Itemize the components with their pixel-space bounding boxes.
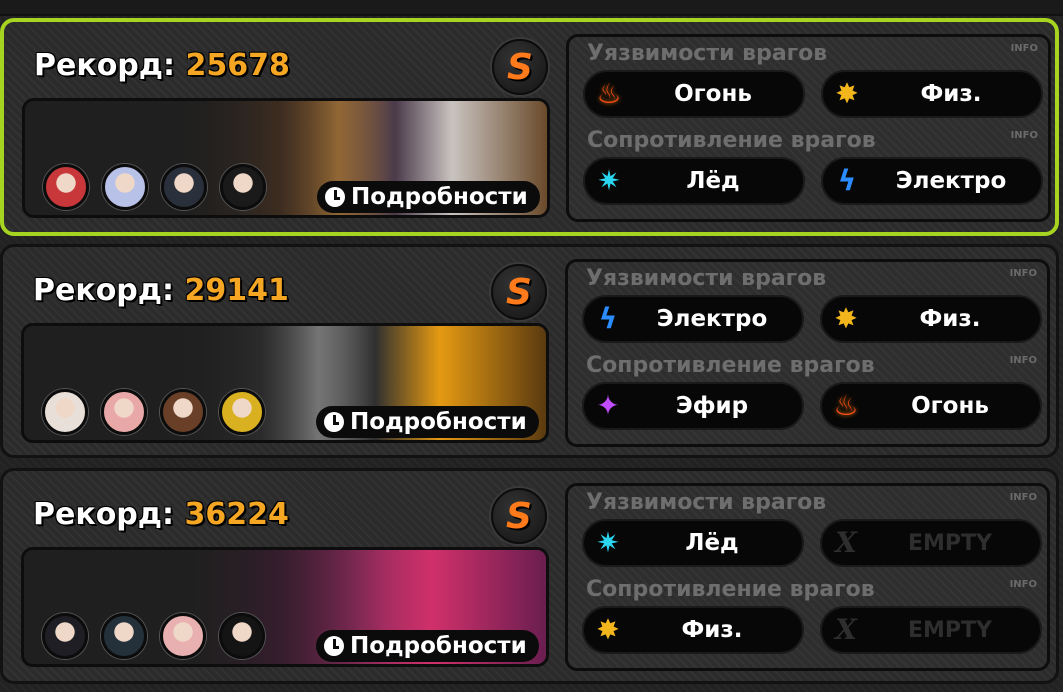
agent-avatar xyxy=(219,613,265,659)
record-label: Рекорд: xyxy=(34,48,176,83)
element-label: Лёд xyxy=(686,168,740,194)
details-button[interactable]: Подробности xyxy=(316,406,539,438)
team-banner: Подробности xyxy=(21,547,549,667)
weakness-info-button[interactable]: INFO xyxy=(1010,268,1037,279)
enemy-info-panel: Уязвимости врагов INFO Сопротивление вра… xyxy=(566,34,1051,222)
rank-badge: S xyxy=(491,488,547,544)
resistance-info-button[interactable]: INFO xyxy=(1011,130,1038,141)
physical-icon: ✸ xyxy=(596,613,620,646)
electric-icon: ϟ xyxy=(598,302,618,335)
agent-avatar xyxy=(219,389,265,435)
clock-icon xyxy=(325,187,345,207)
details-label: Подробности xyxy=(351,184,528,210)
record-card[interactable]: Рекорд: 36224 S Подробности Уязвимости в… xyxy=(0,468,1059,684)
enemy-info-panel: Уязвимости врагов INFO Сопротивление вра… xyxy=(565,483,1050,671)
rank-badge: S xyxy=(491,264,547,320)
physical-icon: ✸ xyxy=(834,302,858,335)
weakness-element-pill[interactable]: ♨ Огонь xyxy=(583,70,805,118)
resistance-element-pill[interactable]: X EMPTY xyxy=(820,606,1042,654)
weakness-title: Уязвимости врагов xyxy=(586,266,827,291)
fire-icon: ♨ xyxy=(833,389,859,422)
weakness-info-button[interactable]: INFO xyxy=(1011,43,1038,54)
details-button[interactable]: Подробности xyxy=(317,181,540,213)
clock-icon xyxy=(324,412,344,432)
electric-icon: ϟ xyxy=(837,164,857,197)
resistance-element-pill[interactable]: ♨ Огонь xyxy=(820,382,1042,430)
record-card[interactable]: Рекорд: 25678 S Подробности Уязвимости в… xyxy=(0,18,1059,236)
resistance-element-pill[interactable]: ✸ Физ. xyxy=(582,606,804,654)
ether-icon: ✦ xyxy=(596,389,620,422)
physical-icon: ✸ xyxy=(835,77,859,110)
resistance-element-pill[interactable]: ϟ Электро xyxy=(821,157,1043,205)
record-label: Рекорд: xyxy=(33,497,175,532)
record-card[interactable]: Рекорд: 29141 S Подробности Уязвимости в… xyxy=(0,244,1059,458)
resistance-element-pill[interactable]: ✷ Лёд xyxy=(583,157,805,205)
fire-icon: ♨ xyxy=(596,77,622,110)
record-score: 29141 xyxy=(184,273,289,308)
weakness-title: Уязвимости врагов xyxy=(587,41,828,66)
clock-icon xyxy=(324,636,344,656)
agent-avatar xyxy=(161,164,207,210)
element-label: Физ. xyxy=(920,81,982,107)
record-score: 25678 xyxy=(185,48,290,83)
resistance-element-pill[interactable]: ✦ Эфир xyxy=(582,382,804,430)
resistance-title: Сопротивление врагов xyxy=(586,353,875,378)
record-title: Рекорд: 36224 xyxy=(33,497,289,532)
element-label: Эфир xyxy=(675,393,749,419)
agent-avatar xyxy=(42,613,88,659)
details-label: Подробности xyxy=(350,409,527,435)
page: Рекорд: 25678 S Подробности Уязвимости в… xyxy=(0,0,1063,692)
enemy-info-panel: Уязвимости врагов INFO Сопротивление вра… xyxy=(565,259,1050,447)
element-label: Физ. xyxy=(681,617,743,643)
agent-avatar xyxy=(101,389,147,435)
agent-avatar xyxy=(42,389,88,435)
element-label: Электро xyxy=(656,306,768,332)
agent-avatar xyxy=(160,389,206,435)
weakness-element-pill[interactable]: ✷ Лёд xyxy=(582,519,804,567)
element-label: Огонь xyxy=(911,393,989,419)
element-label: EMPTY xyxy=(908,617,992,643)
record-title: Рекорд: 25678 xyxy=(34,48,290,83)
element-label: Электро xyxy=(895,168,1007,194)
agent-avatar xyxy=(43,164,89,210)
details-button[interactable]: Подробности xyxy=(316,630,539,662)
weakness-element-pill[interactable]: ϟ Электро xyxy=(582,295,804,343)
details-label: Подробности xyxy=(350,633,527,659)
resistance-title: Сопротивление врагов xyxy=(587,128,876,153)
record-label: Рекорд: xyxy=(33,273,175,308)
agent-avatar xyxy=(102,164,148,210)
weakness-title: Уязвимости врагов xyxy=(586,490,827,515)
empty-x-icon: X xyxy=(835,526,857,559)
element-label: Лёд xyxy=(685,530,739,556)
weakness-info-button[interactable]: INFO xyxy=(1010,492,1037,503)
team-banner: Подробности xyxy=(21,323,549,443)
record-title: Рекорд: 29141 xyxy=(33,273,289,308)
weakness-element-pill[interactable]: X EMPTY xyxy=(820,519,1042,567)
rank-badge: S xyxy=(492,39,548,95)
resistance-info-button[interactable]: INFO xyxy=(1010,579,1037,590)
element-label: Физ. xyxy=(919,306,981,332)
team-banner: Подробности xyxy=(22,98,550,218)
agent-avatar xyxy=(220,164,266,210)
top-strip xyxy=(0,0,1063,16)
resistance-info-button[interactable]: INFO xyxy=(1010,355,1037,366)
empty-x-icon: X xyxy=(835,613,857,646)
weakness-element-pill[interactable]: ✸ Физ. xyxy=(820,295,1042,343)
resistance-title: Сопротивление врагов xyxy=(586,577,875,602)
record-score: 36224 xyxy=(184,497,289,532)
weakness-element-pill[interactable]: ✸ Физ. xyxy=(821,70,1043,118)
ice-icon: ✷ xyxy=(596,526,620,559)
ice-icon: ✷ xyxy=(597,164,621,197)
agent-avatar xyxy=(160,613,206,659)
element-label: Огонь xyxy=(674,81,752,107)
agent-avatar xyxy=(101,613,147,659)
element-label: EMPTY xyxy=(908,530,992,556)
